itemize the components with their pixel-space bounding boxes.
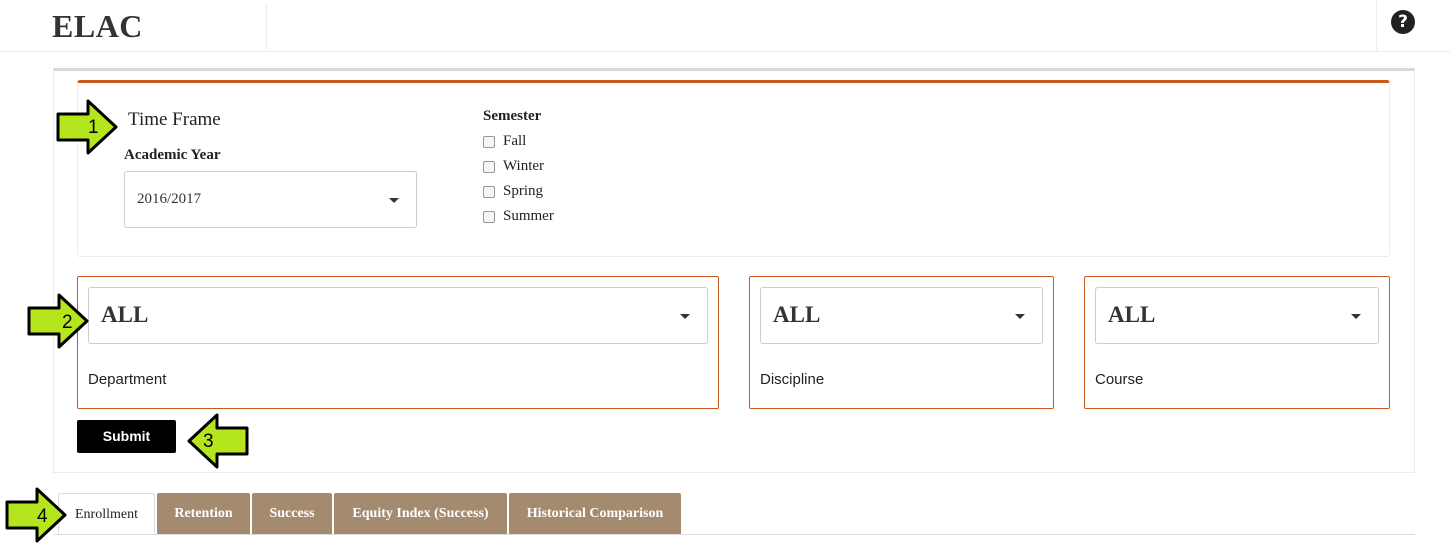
header-divider [266, 4, 267, 50]
chevron-down-icon [1351, 314, 1361, 319]
discipline-label: Discipline [760, 371, 825, 388]
chevron-down-icon [389, 198, 399, 203]
semester-label: Semester [483, 108, 542, 124]
callout-arrow-left-icon [187, 413, 249, 469]
course-value: ALL [1108, 302, 1156, 327]
tab-retention[interactable]: Retention [157, 493, 250, 534]
department-label: Department [88, 371, 167, 388]
callout-arrow-right-icon [27, 293, 89, 349]
academic-year-value: 2016/2017 [137, 191, 202, 207]
callout-number: 2 [62, 312, 73, 333]
chevron-down-icon [1015, 314, 1025, 319]
checkbox[interactable] [483, 136, 495, 148]
course-label: Course [1095, 371, 1144, 388]
app-header: ELAC ? [0, 0, 1450, 52]
discipline-filter-box: ALL Discipline [749, 276, 1054, 409]
callout-number: 3 [203, 431, 214, 452]
academic-year-label: Academic Year [124, 147, 221, 163]
tab-equity-index[interactable]: Equity Index (Success) [334, 493, 507, 534]
tab-enrollment[interactable]: Enrollment [58, 493, 155, 534]
academic-year-select[interactable]: 2016/2017 [124, 171, 417, 228]
time-frame-title: Time Frame [128, 109, 221, 130]
department-value: ALL [101, 302, 149, 327]
tab-historical-comparison[interactable]: Historical Comparison [509, 493, 681, 534]
checkbox-label: Spring [503, 183, 544, 199]
course-select[interactable]: ALL [1095, 287, 1379, 344]
discipline-value: ALL [773, 302, 821, 327]
department-select[interactable]: ALL [88, 287, 708, 344]
callout-number: 1 [88, 117, 99, 138]
chevron-down-icon [680, 314, 690, 319]
header-divider [1376, 0, 1377, 50]
submit-button[interactable]: Submit [77, 420, 176, 453]
discipline-select[interactable]: ALL [760, 287, 1043, 344]
question-circle-icon[interactable]: ? [1391, 10, 1415, 34]
checkbox[interactable] [483, 186, 495, 198]
tab-success[interactable]: Success [252, 493, 332, 534]
department-filter-box: ALL Department [77, 276, 719, 409]
callout-arrow-right-icon [5, 487, 67, 543]
checkbox[interactable] [483, 211, 495, 223]
tabs-baseline [53, 534, 1415, 535]
checkbox[interactable] [483, 161, 495, 173]
checkbox-label: Summer [503, 208, 554, 224]
checkbox-label: Winter [503, 158, 545, 174]
callout-arrow-right-icon [56, 99, 118, 155]
time-frame-box [77, 80, 1390, 257]
app-logo[interactable]: ELAC [52, 8, 143, 45]
checkbox-label: Fall [503, 133, 527, 149]
course-filter-box: ALL Course [1084, 276, 1390, 409]
callout-number: 4 [37, 506, 48, 527]
